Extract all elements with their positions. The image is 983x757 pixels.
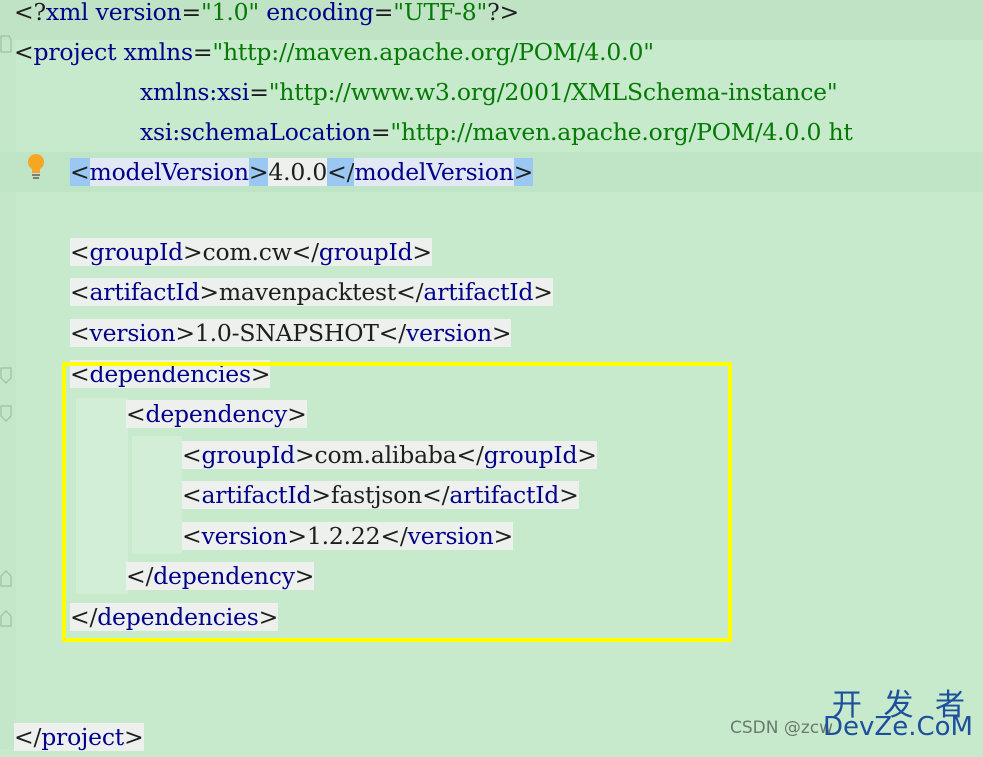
xml-string: "UTF-8" <box>393 0 488 26</box>
fold-icon[interactable] <box>0 608 12 628</box>
xml-punctuation: </ <box>378 319 406 347</box>
xml-attribute: xsi:schemaLocation <box>140 118 371 146</box>
watermark-source: CSDN @zcw <box>729 718 833 738</box>
xml-attribute: encoding <box>259 0 374 26</box>
xml-tag-name: project <box>41 723 125 751</box>
xml-tag-name: xml <box>45 0 89 26</box>
code-line[interactable]: <artifactId>mavenpacktest</artifactId> <box>70 272 553 312</box>
xml-punctuation: > <box>199 278 219 306</box>
xml-punctuation: </ <box>291 238 319 266</box>
xml-punctuation: ?> <box>487 0 519 26</box>
xml-punctuation: > <box>533 278 553 306</box>
xml-punctuation: </ <box>396 278 424 306</box>
xml-punctuation: = <box>249 78 269 106</box>
xml-punctuation: = <box>373 0 394 26</box>
code-line[interactable]: </project> <box>14 717 144 757</box>
fold-icon[interactable] <box>0 404 12 424</box>
xml-attribute: xmlns:xsi <box>140 78 250 106</box>
xml-tag-name: groupId <box>318 238 413 266</box>
xml-punctuation: </ <box>327 158 355 186</box>
xml-tag-name: groupId <box>89 238 184 266</box>
xml-punctuation: </ <box>14 723 42 751</box>
code-line[interactable]: <version>1.0-SNAPSHOT</version> <box>70 313 512 353</box>
xml-string: "1.0" <box>201 0 259 26</box>
xml-punctuation: = <box>192 38 213 66</box>
xml-string: "http://maven.apache.org/POM/4.0.0 ht <box>390 118 853 146</box>
xml-text-value: 4.0.0 <box>268 158 328 186</box>
xml-attribute: xmlns <box>116 38 193 66</box>
fold-icon[interactable] <box>0 568 12 588</box>
xml-punctuation: = <box>181 0 202 26</box>
xml-string: "http://www.w3.org/2001/XMLSchema-instan… <box>268 78 838 106</box>
xml-tag-name: project <box>33 38 117 66</box>
lightbulb-icon[interactable] <box>24 152 48 182</box>
xml-punctuation: < <box>14 38 34 66</box>
xml-punctuation: > <box>491 319 512 347</box>
xml-tag-name: artifactId <box>423 278 534 306</box>
fold-icon[interactable] <box>0 366 12 386</box>
code-line[interactable]: xsi:schemaLocation="http://maven.apache.… <box>140 112 853 152</box>
xml-punctuation: > <box>248 158 269 186</box>
xml-punctuation: < <box>70 278 90 306</box>
xml-punctuation: > <box>124 723 144 751</box>
xml-punctuation: <? <box>14 0 46 26</box>
xml-tag-name: modelVersion <box>89 158 249 186</box>
xml-punctuation: = <box>370 118 391 146</box>
xml-tag-name: artifactId <box>89 278 200 306</box>
code-line[interactable]: xmlns:xsi="http://www.w3.org/2001/XMLSch… <box>140 72 838 112</box>
xml-tag-name: version <box>406 319 492 347</box>
xml-punctuation: < <box>70 158 90 186</box>
xml-attribute: version <box>88 0 182 26</box>
xml-punctuation: > <box>175 319 195 347</box>
xml-tag-name: version <box>89 319 176 347</box>
code-line[interactable]: <?xml version="1.0" encoding="UTF-8"?> <box>14 0 519 32</box>
watermark-brand-en: DevZe.CoM <box>823 712 973 742</box>
xml-text-value: 1.0-SNAPSHOT <box>194 319 379 347</box>
code-line[interactable]: <project xmlns="http://maven.apache.org/… <box>14 32 654 72</box>
xml-punctuation: < <box>70 238 90 266</box>
xml-string: "http://maven.apache.org/POM/4.0.0" <box>212 38 654 66</box>
dependencies-highlight-box <box>62 362 732 642</box>
xml-punctuation: > <box>183 238 203 266</box>
xml-punctuation: > <box>513 158 534 186</box>
xml-text-value: com.cw <box>202 238 292 266</box>
code-line[interactable]: <modelVersion>4.0.0</modelVersion> <box>70 152 533 192</box>
code-line[interactable]: <groupId>com.cw</groupId> <box>70 232 432 272</box>
xml-punctuation: < <box>70 319 90 347</box>
xml-punctuation: > <box>412 238 432 266</box>
fold-icon[interactable] <box>0 34 12 54</box>
xml-text-value: mavenpacktest <box>218 278 397 306</box>
xml-tag-name: modelVersion <box>354 158 514 186</box>
